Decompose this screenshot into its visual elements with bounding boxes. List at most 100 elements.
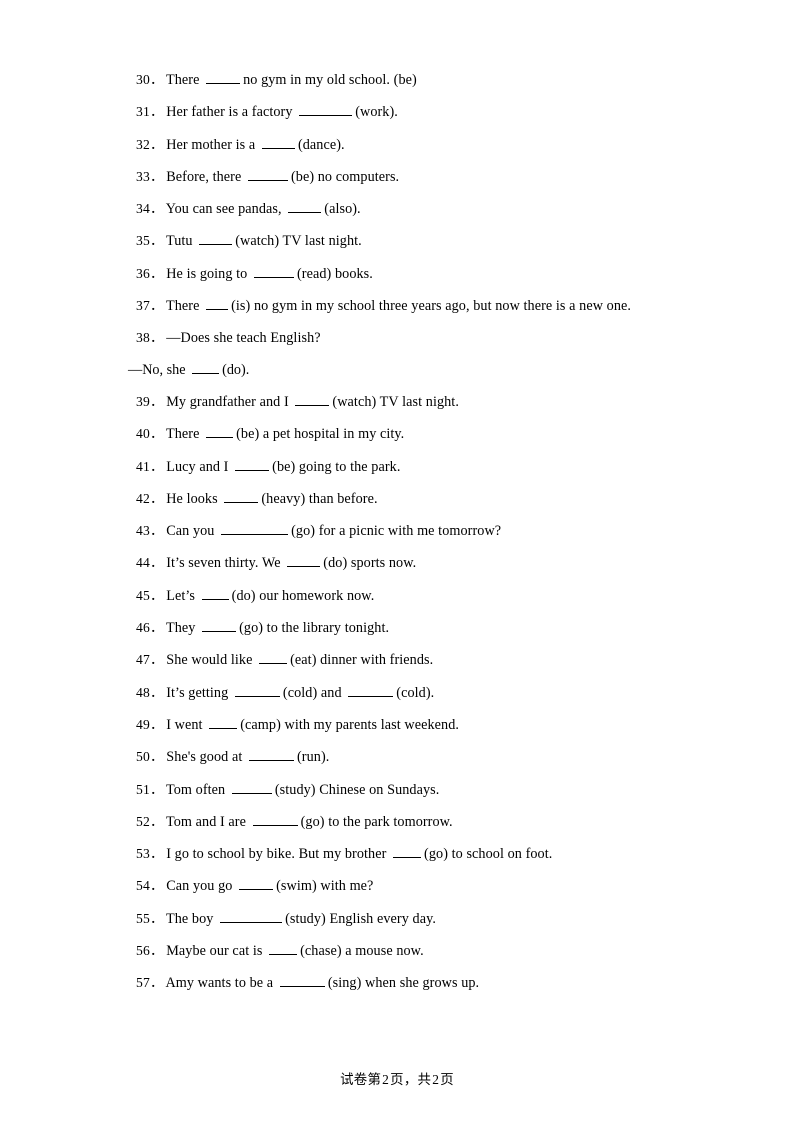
answer-blank[interactable] [261,136,295,149]
question-text: You can see pandas, [165,201,282,218]
question-continuation: —No, she (do). [128,355,666,386]
answer-blank[interactable] [295,393,330,406]
answer-blank[interactable] [206,426,234,439]
question-item: 33 Before, there (be) no computers. [136,161,666,193]
question-item: 39 My grandfather and I (watch) TV last … [136,386,666,418]
answer-blank[interactable] [252,813,298,826]
question-number: 55 [136,911,163,926]
question-text: Let’s [166,587,196,604]
question-number: 57 [136,975,163,990]
question-text: (chase) a mouse now. [300,943,424,960]
question-number: 43 [136,523,163,538]
question-number: 41 [136,459,163,474]
question-number: 56 [136,943,163,958]
question-text: —No, she [128,361,186,378]
answer-blank[interactable] [206,71,241,84]
question-item: 54 Can you go (swim) with me? [136,870,666,902]
question-number: 53 [136,846,163,861]
answer-blank[interactable] [287,555,321,568]
answer-blank[interactable] [202,619,237,633]
question-text: —Does she teach English? [166,330,321,347]
answer-blank[interactable] [209,716,238,729]
page-footer: 试卷第2页，共2页 [0,1068,794,1088]
answer-blank[interactable] [239,878,274,891]
question-number: 31 [136,104,163,119]
question-text: My grandfather and I [166,393,289,410]
answer-blank[interactable] [201,587,229,600]
question-number: 30 [136,72,163,87]
question-number: 44 [136,555,163,570]
question-item: 37 There (is) no gym in my school three … [136,290,666,322]
answer-blank[interactable] [279,975,325,988]
answer-blank[interactable] [348,684,394,697]
question-item: 34 You can see pandas, (also). [136,193,666,225]
question-text: Before, there [166,168,242,185]
question-item: 51 Tom often (study) Chinese on Sundays. [136,774,666,806]
answer-blank[interactable] [393,845,422,859]
question-item: 40 There (be) a pet hospital in my city. [136,418,666,450]
answer-blank[interactable] [234,684,280,697]
answer-blank[interactable] [247,168,288,181]
question-item: 55 The boy (study) English every day. [136,903,666,935]
question-text: I went [166,716,203,733]
question-text: (sing) when she grows up. [327,975,480,992]
question-text: (study) English every day. [285,910,436,927]
question-text: (watch) TV last night. [235,233,362,250]
question-item: 50 She's good at (run). [136,741,666,773]
question-item: 57 Amy wants to be a (sing) when she gro… [136,967,666,999]
question-text: (be) no computers. [290,168,400,185]
answer-blank[interactable] [206,297,229,311]
question-number: 42 [136,491,163,506]
answer-blank[interactable] [269,942,298,956]
question-text: He is going to [166,265,248,282]
question-number: 32 [136,137,163,152]
question-text: (read) books. [297,265,373,282]
question-number: 51 [136,782,163,797]
question-item: 36 He is going to (read) books. [136,258,666,290]
question-number: 45 [136,588,163,603]
answer-blank[interactable] [220,910,283,923]
question-number: 47 [136,652,163,667]
question-text: Tom often [165,781,226,798]
question-item: 35 Tutu (watch) TV last night. [136,225,666,257]
answer-blank[interactable] [231,781,272,794]
answer-blank[interactable] [224,490,259,503]
question-text: Tom and I are [165,813,246,830]
question-text: Can you [166,523,215,540]
answer-blank[interactable] [248,749,294,762]
question-number: 40 [136,426,163,441]
question-number: 35 [136,233,163,248]
question-text: He looks [166,490,218,507]
question-text: (heavy) than before. [261,490,378,507]
question-text: no gym in my old school. (be) [243,72,417,88]
question-text: I go to school by bike. But my brother [166,846,387,863]
answer-blank[interactable] [192,361,220,374]
question-text: There [165,298,200,315]
answer-blank[interactable] [288,201,322,214]
question-item: 52 Tom and I are (go) to the park tomorr… [136,806,666,838]
question-number: 39 [136,394,163,409]
question-text: (work). [355,104,398,121]
question-text: (go) to the park tomorrow. [300,813,453,830]
answer-blank[interactable] [259,652,288,665]
question-text: (be) a pet hospital in my city. [236,426,405,443]
question-item: 46 They (go) to the library tonight. [136,612,666,644]
question-text: Lucy and I [166,458,229,475]
question-text: (go) to the library tonight. [239,620,390,637]
answer-blank[interactable] [254,265,294,278]
question-text: (swim) with me? [276,878,374,895]
question-item: 31 Her father is a factory (work). [136,96,666,128]
question-number: 46 [136,620,163,635]
footer-current-page: 2 [382,1072,390,1087]
question-item: 45 Let’s (do) our homework now. [136,580,666,612]
answer-blank[interactable] [299,104,353,117]
answer-blank[interactable] [235,458,270,471]
question-item: 47 She would like (eat) dinner with frie… [136,644,666,676]
question-text: She's good at [166,749,243,766]
question-item: 44 It’s seven thirty. We (do) sports now… [136,547,666,579]
question-text: (is) no gym in my school three years ago… [231,298,632,315]
answer-blank[interactable] [199,233,233,246]
question-item: 41 Lucy and I (be) going to the park. [136,451,666,483]
questions-list: 30 There no gym in my old school. (be) 31… [128,64,666,1000]
answer-blank[interactable] [221,523,289,536]
